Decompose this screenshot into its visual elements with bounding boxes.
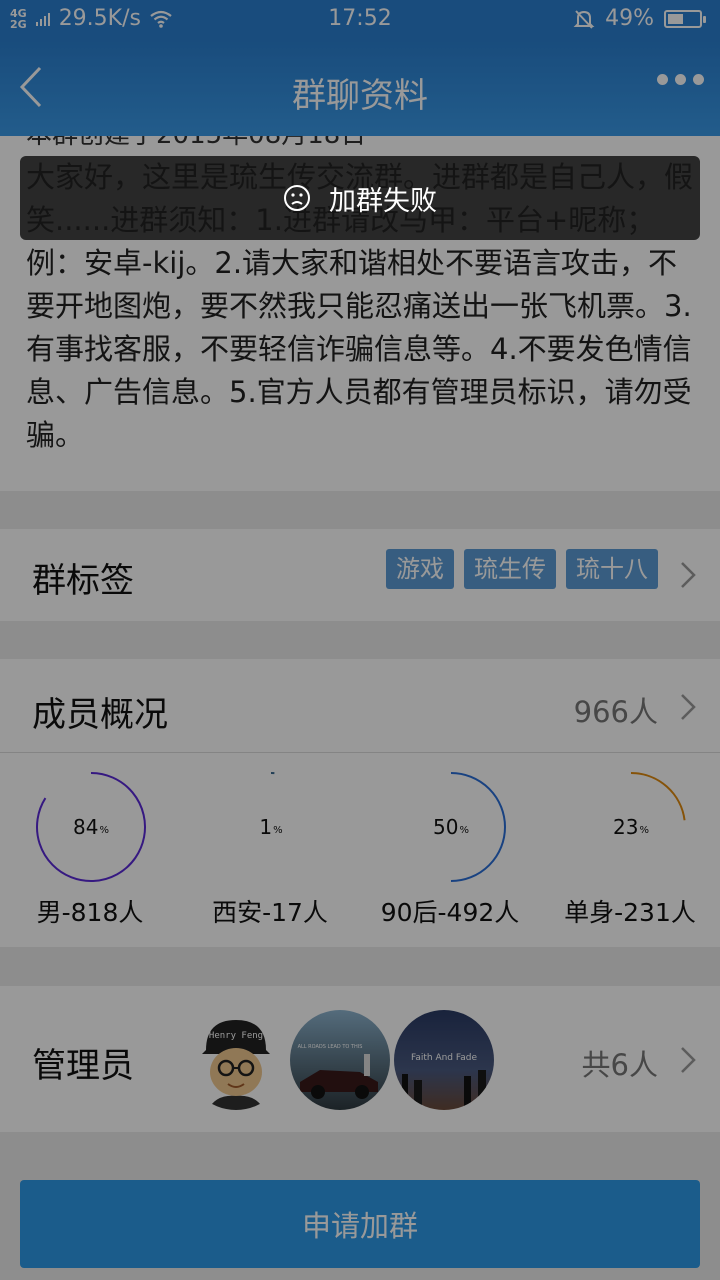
sad-face-icon (284, 185, 310, 211)
toast-text: 加群失败 (329, 185, 437, 217)
toast-message: 加群失败 (20, 156, 700, 240)
